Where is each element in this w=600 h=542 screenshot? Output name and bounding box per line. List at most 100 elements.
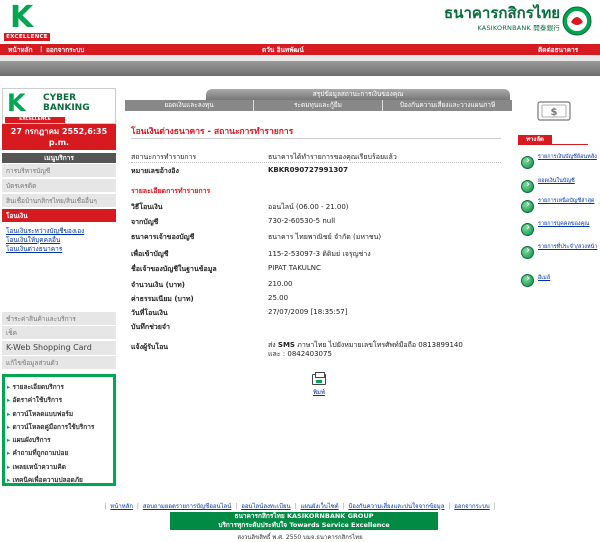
footer-link-security[interactable]: ป้องกันความเสี่ยงและบ่นใจจากข้อมูล — [349, 503, 445, 510]
reference-value: KBKR090727991307 — [268, 166, 349, 174]
submenu-other-bank[interactable]: โอนเงินต่างธนาคาร — [6, 245, 116, 254]
nav-logout-link[interactable]: ออกจากระบบ — [46, 45, 84, 55]
k-excellence-logo[interactable]: K EXCELLENCE — [4, 2, 50, 42]
notify-send: ส่ง — [268, 341, 278, 349]
footer-link-sitemap[interactable]: แผนผังเว็บไซต์ — [300, 503, 338, 510]
sidebar-item-loans[interactable]: สินเชื่อบ้านกสิกรไทย/สินเชื่ออื่นๆ — [2, 194, 116, 208]
shortcut-latest-transactions[interactable]: รายการเหนือบัญชีล่าสุด — [521, 198, 599, 218]
arrow-circle-icon — [521, 273, 534, 287]
notify-label: แจ้งผู้รับโอน — [131, 343, 169, 351]
shortcut-divider — [518, 144, 588, 145]
arrow-circle-icon — [521, 245, 534, 259]
tab-funding-loans[interactable]: ระดมทุนและกู้ยืม — [254, 100, 382, 111]
shortcut-balance[interactable]: ยอดเงินในบัญชี — [521, 178, 599, 198]
info-link-security-tips[interactable]: เทคนิคเพื่อความปลอดภัย — [7, 474, 111, 487]
footer-separator: | — [342, 503, 345, 510]
detail-value-account-name: PIPAT TAKULNC — [268, 264, 321, 272]
sidebar-item-credit-card[interactable]: บัตรเครดิต — [2, 179, 116, 193]
info-link-download-forms[interactable]: ดาวน์โหลดแบบฟอร์ม — [7, 408, 111, 421]
title-divider — [131, 138, 501, 139]
arrow-circle-icon — [521, 222, 534, 236]
cyber-k-letter: K — [7, 89, 26, 117]
footer-link-home[interactable]: หน้าหลัก — [110, 503, 133, 510]
footer-separator: | — [493, 503, 496, 510]
bank-name: ธนาคารกสิกรไทย KASIKORNBANK 開泰銀行 — [432, 4, 560, 32]
sidebar-item-cheque[interactable]: เช็ค — [2, 326, 116, 340]
tab-balance-investment[interactable]: ยอดเงินและลงทุน — [125, 100, 253, 111]
bank-name-english: KASIKORNBANK 開泰銀行 — [477, 24, 560, 32]
page-title: โอนเงินต่างธนาคาร - สถานะการทำรายการ — [131, 127, 294, 137]
shortcut-label: อีเมล์ — [538, 275, 551, 281]
footer-brand-bar: ธนาคารกสิกรไทย KASIKORNBANK GROUP บริการ… — [170, 512, 438, 530]
print-link[interactable]: พิมพ์ — [306, 387, 332, 397]
arrow-circle-icon — [521, 179, 534, 193]
footer-link-logout[interactable]: ออกจากระบบ — [454, 503, 489, 510]
cyber-title-line2: BANKING — [43, 103, 90, 113]
cyber-title-line1: CYBER — [43, 93, 77, 103]
detail-value-method: ออนไลน์ (06.00 - 21.00) — [268, 203, 349, 211]
info-links-box: รายละเอียดบริการ อัตราค่าใช้บริการ ดาวน์… — [2, 374, 116, 486]
shortcut-scheduled[interactable]: รายการที่ประจำ/ล่วงหน้า — [521, 244, 599, 264]
detail-label-amount: จำนวนเงิน (บาท) — [131, 281, 185, 289]
footer-links: | หน้าหลัก | สอบถามยอดรายการบัญชีออนไลน์… — [0, 501, 600, 510]
detail-label-to-account: เพื่อเข้าบัญชี — [131, 250, 169, 258]
top-nav: หน้าหลัก | ออกจากระบบ ดวัน อินทพัฒน์ ติด… — [0, 44, 600, 55]
info-link-feedback[interactable]: เพลยเหน้าความคิด — [7, 461, 111, 474]
cyber-excellence-tag: EXCELLENCE — [5, 117, 65, 123]
money-transfer-icon: $ — [537, 101, 571, 121]
footer-brand-line2: บริการทุกระดับประทับใจ Towards Service E… — [218, 521, 390, 529]
footer-separator: | — [448, 503, 451, 510]
nav-contact-link[interactable]: ติดต่อธนาคาร — [538, 45, 578, 55]
sidebar-item-account[interactable]: การบริหารบัญชี — [2, 164, 116, 178]
shortcut-label: รายการเหนือบัญชีล่าสุด — [538, 198, 595, 204]
info-link-service-details[interactable]: รายละเอียดบริการ — [7, 381, 111, 394]
nav-separator: | — [40, 45, 43, 53]
shortcut-your-list[interactable]: รายการบุคคลของคุณ — [521, 221, 599, 241]
info-link-faq[interactable]: คำถามที่ถูกถามบ่อย — [7, 447, 111, 460]
detail-label-date: วันที่โอนเงิน — [131, 309, 168, 317]
transfer-submenu: โอนเงินระหว่างบัญชีของเอง โอนเงินให้บุคค… — [2, 225, 116, 313]
footer-separator: | — [136, 503, 139, 510]
tab-risk-tax[interactable]: ป้องกันความเสี่ยงและวางแผนภาษี — [383, 100, 512, 111]
detail-value-bank: ธนาคาร ไทยพาณิชย์ จำกัด (มหาชน) — [268, 233, 382, 241]
submenu-own-account[interactable]: โอนเงินระหว่างบัญชีของเอง — [6, 227, 116, 236]
detail-value-fee: 25.00 — [268, 294, 289, 302]
detail-label-account-name: ชื่อเจ้าของบัญชีในฐานข้อมูล — [131, 265, 217, 273]
printer-icon[interactable] — [312, 372, 326, 385]
gray-banner-strip — [0, 61, 600, 76]
notify-mobile: ภาษาไทย ไปยังหมายเลขโทรศัพท์มือถือ 08138… — [294, 341, 463, 349]
notify-value-line2: และ : 0842403075 — [268, 350, 332, 358]
shortcut-label: รายการที่ประจำ/ล่วงหน้า — [538, 244, 598, 250]
service-menu-header: เมนูบริการ — [2, 153, 116, 163]
bank-name-thai: ธนาคารกสิกรไทย — [444, 4, 560, 22]
sidebar-item-transfer[interactable]: โอนเงิน — [2, 209, 116, 223]
svg-text:$: $ — [551, 107, 558, 118]
shortcut-email[interactable]: อีเมล์ — [521, 272, 599, 292]
footer-brand-line1: ธนาคารกสิกรไทย KASIKORNBANK GROUP — [234, 512, 374, 520]
detail-label-memo: บันทึกช่วยจำ — [131, 323, 170, 331]
footer-link-register[interactable]: ออนไลน์ลงทะเบียน — [241, 503, 290, 510]
info-link-service-map[interactable]: แผนผังบริการ — [7, 434, 111, 447]
shortcut-label: รายการเงินบัญชีย้อนหลัง — [538, 154, 597, 160]
footer-separator: | — [235, 503, 238, 510]
financial-summary-tab-title[interactable]: สรุปข้อมูลสถานะการเงินของคุณ — [206, 89, 510, 100]
arrow-circle-icon — [521, 199, 534, 213]
sidebar-item-bill-payment[interactable]: ชำระค่าสินค้าและบริการ — [2, 312, 116, 326]
info-link-download-manual[interactable]: ดาวน์โหลดคู่มือการใช้บริการ — [7, 421, 111, 434]
info-link-fees[interactable]: อัตราค่าใช้บริการ — [7, 394, 111, 407]
detail-label-method: วิธีโอนเงิน — [131, 203, 163, 211]
footer-link-inquiry[interactable]: สอบถามยอดรายการบัญชีออนไลน์ — [143, 503, 231, 510]
detail-label-from-account: จากบัญชี — [131, 218, 159, 226]
submenu-other-person[interactable]: โอนเงินให้บุคคลอื่น — [6, 236, 116, 245]
cyber-banking-title: CYBER BANKING — [43, 93, 90, 113]
sidebar-item-kweb-shopping[interactable]: K-Web Shopping Card — [2, 341, 116, 355]
copyright: สงวนลิขสิทธิ์ พ.ศ. 2550 บมจ.ธนาคารกสิกรไ… — [237, 534, 363, 541]
shortcut-statement-history[interactable]: รายการเงินบัญชีย้อนหลัง — [521, 154, 599, 174]
shortcut-label: รายการบุคคลของคุณ — [538, 221, 590, 227]
k-logo-letter: K — [10, 0, 34, 35]
k-logo-excellence: EXCELLENCE — [4, 33, 50, 41]
cyber-banking-logo: K CYBER BANKING EXCELLENCE — [2, 88, 116, 124]
nav-home-link[interactable]: หน้าหลัก — [8, 45, 33, 55]
sidebar-item-edit-profile[interactable]: แก้ไขข้อมูลส่วนตัว — [2, 356, 116, 370]
footer-separator: | — [294, 503, 297, 510]
